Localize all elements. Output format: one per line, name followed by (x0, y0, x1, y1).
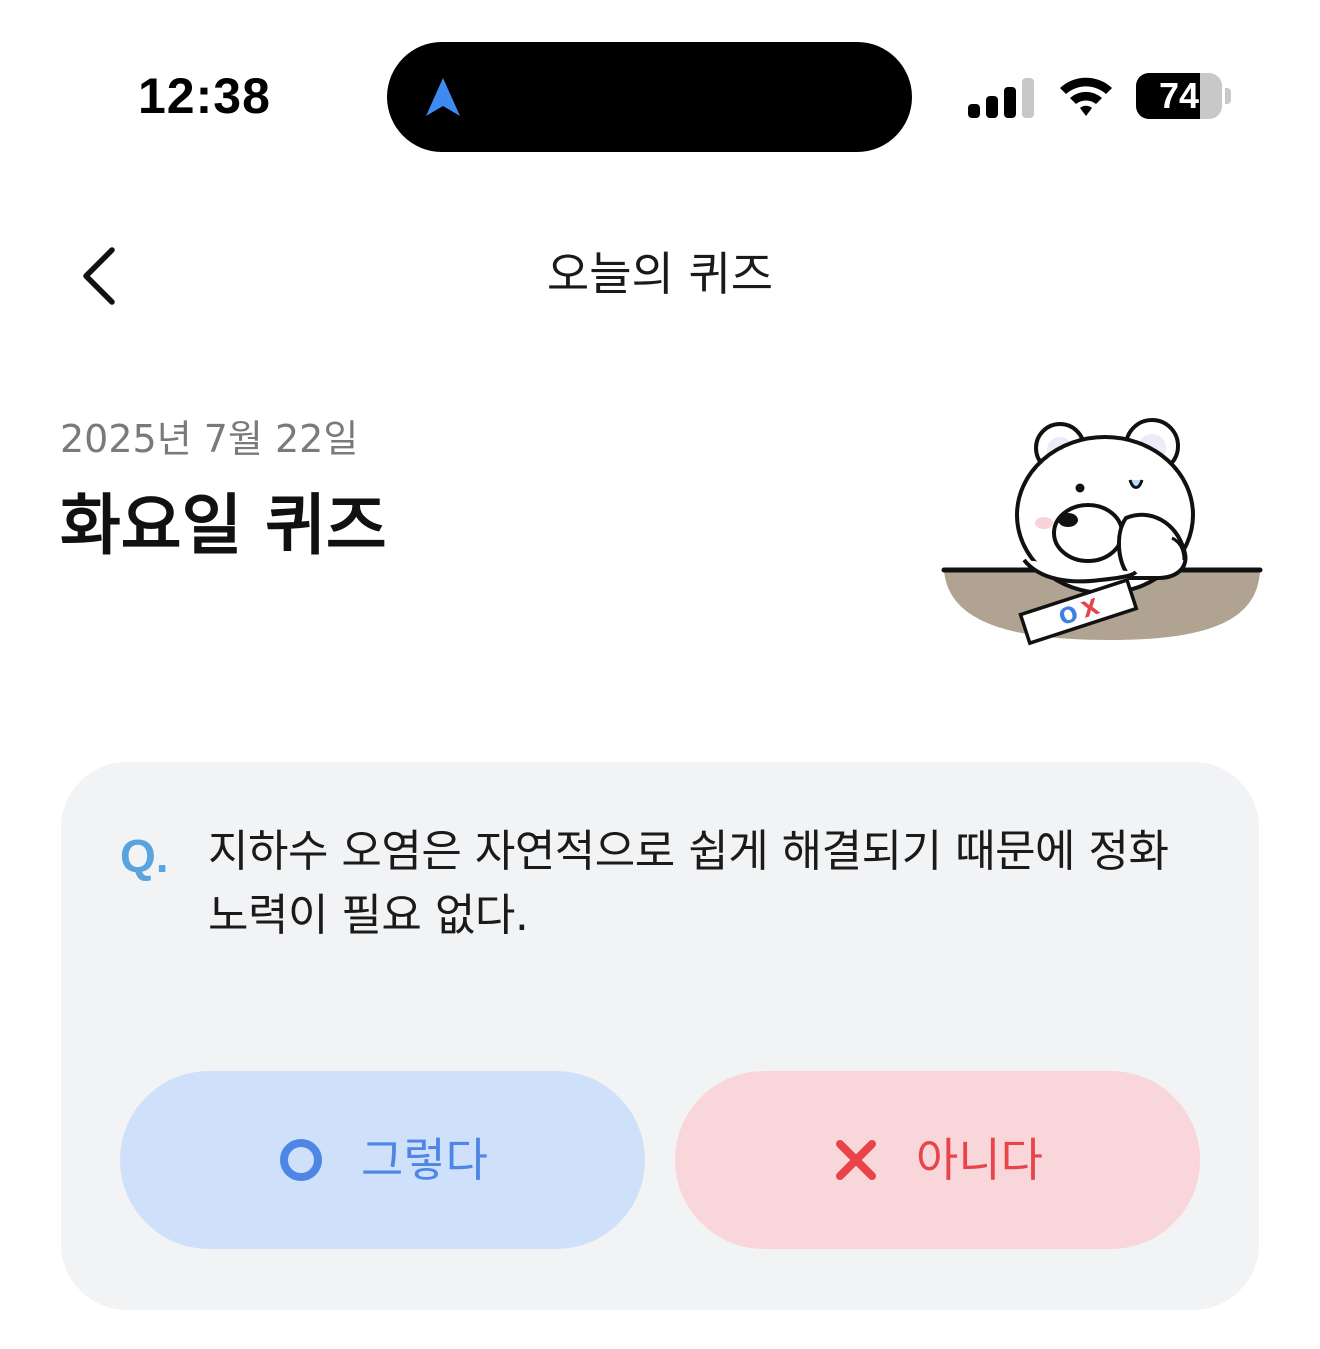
quiz-date: 2025년 7월 22일 (60, 417, 359, 461)
back-button[interactable] (62, 236, 142, 316)
answer-yes-button[interactable]: 그렇다 (120, 1071, 645, 1249)
status-time: 12:38 (138, 68, 271, 124)
answer-no-button[interactable]: 아니다 (675, 1071, 1200, 1249)
x-cross-icon (836, 1140, 877, 1180)
question-text: 지하수 오염은 자연적으로 쉽게 해결되기 때문에 정화 노력이 필요 없다. (208, 826, 1169, 941)
battery-level: 74 (1158, 75, 1200, 116)
chevron-left-icon (83, 247, 115, 305)
cellular-signal-icon (968, 78, 1034, 118)
dynamic-island (387, 42, 912, 152)
answer-no-label: 아니다 (916, 1133, 1043, 1187)
page-title: 오늘의 퀴즈 (546, 247, 774, 301)
battery-indicator: 74 (1136, 73, 1232, 121)
circle-o-icon (280, 1139, 323, 1181)
question-marker: Q. (120, 830, 169, 882)
answer-yes-label: 그렇다 (361, 1133, 488, 1187)
location-arrow-icon (426, 78, 460, 116)
quiz-day-title: 화요일 퀴즈 (60, 487, 387, 564)
polar-bear-mascot-illustration: O X (941, 418, 1263, 646)
wifi-icon (1060, 77, 1112, 116)
